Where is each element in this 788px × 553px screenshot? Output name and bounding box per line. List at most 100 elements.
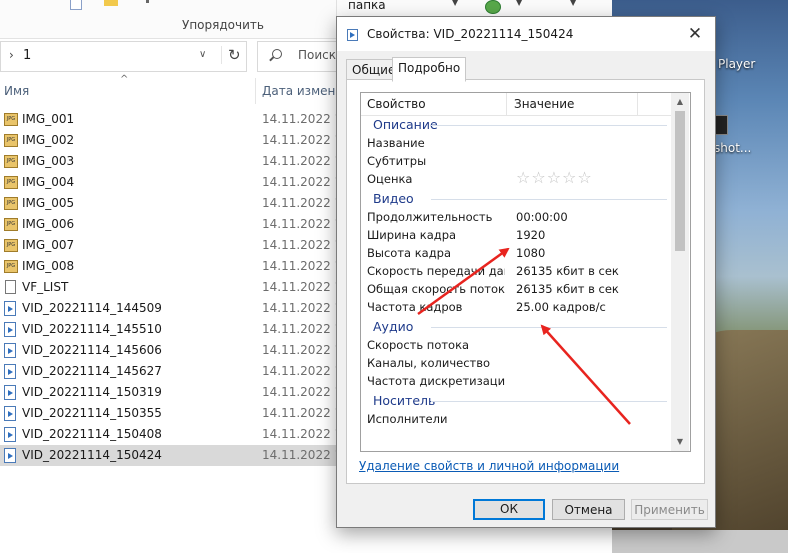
video-file-icon	[4, 301, 16, 316]
file-row[interactable]: VID_20221114_150408 14.11.2022 15:0	[0, 424, 361, 445]
apply-button[interactable]: Применить	[631, 499, 708, 520]
new-folder-label[interactable]: папка	[348, 0, 386, 12]
property-label: Частота дискретизации	[367, 374, 505, 388]
file-row[interactable]: VID_20221114_150424 14.11.2022 15:0	[0, 445, 361, 466]
file-row[interactable]: JPG IMG_001 14.11.2022 15:0	[0, 109, 361, 130]
dialog-titlebar[interactable]: Свойства: VID_20221114_150424 ✕	[337, 17, 715, 51]
file-row[interactable]: JPG IMG_002 14.11.2022 15:0	[0, 130, 361, 151]
property-row[interactable]: Ширина кадра 1920	[361, 227, 671, 245]
jpeg-file-icon: JPG	[4, 239, 18, 252]
header-value[interactable]: Значение	[514, 97, 574, 111]
file-name: VID_20221114_150355	[22, 406, 162, 420]
address-bar[interactable]: › 1 ∨ ↻	[0, 41, 247, 72]
property-row[interactable]: Частота дискретизации	[361, 373, 671, 391]
chevron-down-icon[interactable]: ∨	[199, 49, 206, 60]
check-icon[interactable]	[485, 0, 501, 14]
jpeg-file-icon: JPG	[4, 197, 18, 210]
property-row[interactable]: Исполнители	[361, 411, 671, 429]
file-name: IMG_008	[22, 259, 75, 273]
header-divider[interactable]	[506, 93, 507, 115]
file-list: JPG IMG_001 14.11.2022 15:0 JPG IMG_002 14.11…	[0, 109, 361, 466]
file-row[interactable]: VID_20221114_145606 14.11.2022 14:5	[0, 340, 361, 361]
ok-button[interactable]: ОК	[473, 499, 545, 520]
grid-header: Свойство Значение	[361, 93, 671, 116]
file-name: VID_20221114_145627	[22, 364, 162, 378]
desktop-label-player[interactable]: Player	[718, 57, 755, 71]
video-file-icon	[4, 322, 16, 337]
tab-details[interactable]: Подробно	[392, 57, 467, 82]
search-placeholder: Поиск:	[298, 48, 341, 62]
property-value[interactable]: 25.00 кадров/с	[516, 300, 606, 314]
property-row[interactable]: Частота кадров 25.00 кадров/с	[361, 299, 671, 317]
desktop-label-shot[interactable]: shot...	[714, 141, 751, 155]
property-row[interactable]: Высота кадра 1080	[361, 245, 671, 263]
file-row[interactable]: VID_20221114_150319 14.11.2022 15:0	[0, 382, 361, 403]
property-grid: Свойство Значение Описание Название Субтит…	[360, 92, 691, 452]
file-name: IMG_002	[22, 133, 75, 147]
property-section[interactable]: Видео	[361, 189, 671, 209]
file-row[interactable]: VF_LIST 14.11.2022 15:0	[0, 277, 361, 298]
property-row[interactable]: Каналы, количество	[361, 355, 671, 373]
section-divider	[431, 401, 667, 402]
close-icon[interactable]: ✕	[683, 23, 707, 45]
property-row[interactable]: Скорость передачи данн... 26135 кбит в се…	[361, 263, 671, 281]
small-icon[interactable]	[146, 0, 149, 3]
file-name: VID_20221114_150408	[22, 427, 162, 441]
file-row[interactable]: JPG IMG_007 14.11.2022 15:0	[0, 235, 361, 256]
file-row[interactable]: JPG IMG_004 14.11.2022 15:0	[0, 172, 361, 193]
scroll-thumb[interactable]	[675, 111, 685, 251]
file-name: IMG_004	[22, 175, 75, 189]
chevron-down-icon[interactable]: ▼	[516, 0, 522, 7]
chevron-right-icon[interactable]: ›	[9, 48, 14, 62]
property-value[interactable]: 1080	[516, 246, 545, 260]
header-property[interactable]: Свойство	[367, 97, 426, 111]
file-row[interactable]: VID_20221114_145627 14.11.2022 14:5	[0, 361, 361, 382]
chevron-down-icon[interactable]: ▼	[452, 0, 458, 7]
file-row[interactable]: JPG IMG_005 14.11.2022 15:0	[0, 193, 361, 214]
jpeg-file-icon: JPG	[4, 176, 18, 189]
cancel-button[interactable]: Отмена	[552, 499, 625, 520]
property-section[interactable]: Описание	[361, 115, 671, 135]
property-label: Субтитры	[367, 154, 427, 168]
property-label: Ширина кадра	[367, 228, 457, 242]
rating-stars[interactable]: ☆☆☆☆☆	[516, 168, 593, 187]
property-row[interactable]: Оценка ☆☆☆☆☆	[361, 168, 671, 189]
scroll-up-icon[interactable]: ▲	[671, 93, 689, 110]
file-name: IMG_007	[22, 238, 75, 252]
scroll-down-icon[interactable]: ▼	[671, 433, 689, 450]
file-row[interactable]: VID_20221114_150355 14.11.2022 15:0	[0, 403, 361, 424]
chevron-down-icon[interactable]: ▼	[570, 0, 576, 7]
vertical-scrollbar[interactable]: ▲ ▼	[671, 93, 689, 451]
header-divider[interactable]	[637, 93, 638, 115]
property-row[interactable]: Общая скорость потока 26135 кбит в сек	[361, 281, 671, 299]
jpeg-file-icon: JPG	[4, 155, 18, 168]
remove-properties-link[interactable]: Удаление свойств и личной информации	[359, 459, 619, 473]
property-row[interactable]: Скорость потока	[361, 337, 671, 355]
property-section[interactable]: Аудио	[361, 317, 671, 337]
file-row[interactable]: JPG IMG_003 14.11.2022 15:0	[0, 151, 361, 172]
refresh-icon[interactable]: ↻	[221, 46, 241, 64]
file-row[interactable]: JPG IMG_006 14.11.2022 15:0	[0, 214, 361, 235]
file-name: VID_20221114_144509	[22, 301, 162, 315]
properties-icon[interactable]	[70, 0, 82, 10]
taskbar-strip	[612, 530, 788, 553]
property-section[interactable]: Носитель	[361, 391, 671, 411]
property-value[interactable]: 26135 кбит в сек	[516, 282, 619, 296]
jpeg-file-icon: JPG	[4, 218, 18, 231]
property-label: Оценка	[367, 172, 413, 186]
file-name: VID_20221114_145510	[22, 322, 162, 336]
property-value[interactable]: 1920	[516, 228, 545, 242]
property-row[interactable]: Продолжительность 00:00:00	[361, 209, 671, 227]
section-title: Описание	[373, 117, 438, 132]
property-row[interactable]: Название	[361, 135, 671, 153]
file-name: VF_LIST	[22, 280, 69, 294]
column-name[interactable]: Имя	[4, 84, 29, 98]
column-divider[interactable]	[255, 78, 256, 104]
file-row[interactable]: VID_20221114_145510 14.11.2022 14:5	[0, 319, 361, 340]
property-value[interactable]: 00:00:00	[516, 210, 568, 224]
file-row[interactable]: JPG IMG_008 14.11.2022 15:0	[0, 256, 361, 277]
folder-icon[interactable]	[104, 0, 118, 6]
property-value[interactable]: 26135 кбит в сек	[516, 264, 619, 278]
address-path[interactable]: 1	[23, 48, 31, 63]
file-row[interactable]: VID_20221114_144509 14.11.2022 14:4	[0, 298, 361, 319]
